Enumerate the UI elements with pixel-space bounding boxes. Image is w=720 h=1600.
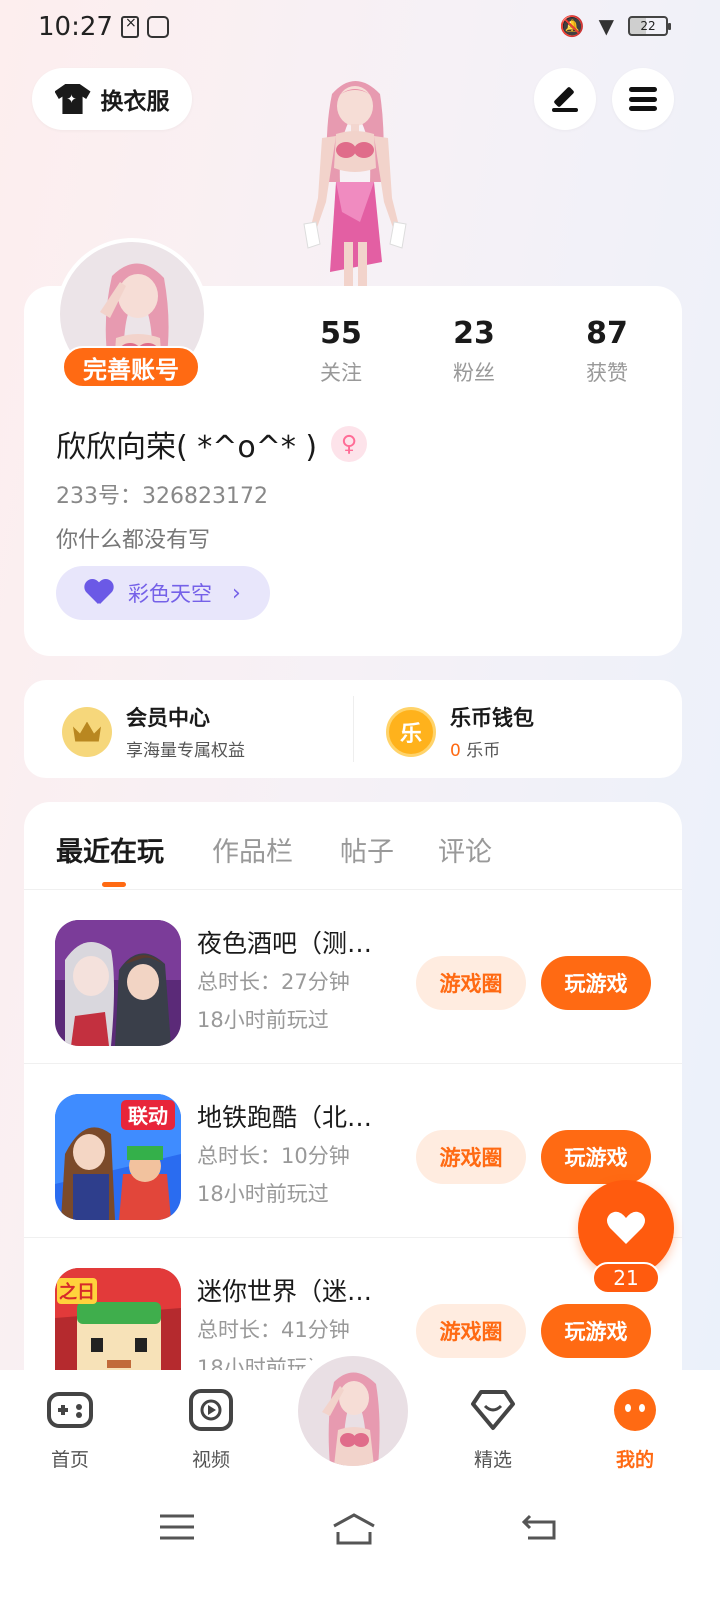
shirt-icon [54, 84, 91, 114]
change-outfit-button[interactable]: 换衣服 [32, 68, 192, 130]
bio[interactable]: 你什么都没有写 [56, 522, 210, 554]
nickname: 欣欣向荣( *^o^* ) ♀ [56, 422, 368, 466]
tag-pill[interactable]: 彩色天空 › [56, 566, 270, 620]
nav-video[interactable]: 视频 [166, 1388, 256, 1472]
status-left: 10:27 [38, 12, 169, 42]
stat-following-label: 关注 [320, 361, 362, 385]
bell-off-icon: 🔕 [559, 14, 585, 38]
nickname-text: 欣欣向荣( *^o^* ) [56, 430, 318, 465]
recent-games-card: 最近在玩 作品栏 帖子 评论 夜色酒吧（测… 总时长：27分钟 18小时前玩过 … [24, 802, 682, 1402]
game-circle-button[interactable]: 游戏圈 [416, 1304, 526, 1358]
game-circle-button[interactable]: 游戏圈 [416, 956, 526, 1010]
stat-fans-num: 23 [453, 316, 495, 351]
tab-recent[interactable]: 最近在玩 [56, 830, 164, 869]
coin-icon: 乐 [386, 706, 436, 757]
battery-icon: 22 [628, 16, 671, 36]
game-name: 迷你世界（迷… [197, 1277, 373, 1306]
menu-icon [629, 87, 657, 111]
female-icon: ♀ [331, 426, 368, 462]
vip-card: 会员中心 享海量专属权益 乐 乐币钱包 0 乐币 [24, 680, 682, 778]
user-id: 233号：326823172 [56, 484, 268, 509]
home-icon[interactable] [330, 1512, 378, 1546]
play-game-button[interactable]: 玩游戏 [541, 956, 651, 1010]
menu-button[interactable] [612, 68, 674, 130]
heart-icon [84, 580, 114, 606]
game-icon-bar [55, 920, 181, 1046]
status-time: 10:27 [38, 12, 113, 42]
crown-icon [62, 706, 112, 757]
nav-home[interactable]: 首页 [25, 1388, 115, 1472]
play-game-button[interactable]: 玩游戏 [541, 1130, 651, 1184]
tab-posts[interactable]: 帖子 [340, 830, 394, 869]
like-count-badge: 21 [592, 1262, 660, 1294]
nav-mine-label: 我的 [615, 1449, 654, 1471]
stat-likes-label: 获赞 [586, 361, 628, 385]
member-center-subtitle: 享海量专属权益 [126, 741, 245, 761]
status-bar: 10:27 🔕 ▼ 22 [0, 0, 720, 56]
stat-following[interactable]: 55 关注 [286, 316, 396, 387]
play-game-button[interactable]: 玩游戏 [541, 1304, 651, 1358]
center-avatar-button[interactable] [298, 1356, 408, 1466]
back-icon[interactable] [520, 1512, 558, 1542]
game-duration: 总时长：10分钟 [197, 1144, 350, 1168]
avatar-character[interactable] [290, 72, 420, 288]
profile-tabs: 最近在玩 作品栏 帖子 评论 [24, 802, 682, 890]
status-right: 🔕 ▼ 22 [559, 14, 671, 38]
member-center-title: 会员中心 [126, 706, 210, 730]
video-icon [189, 1389, 233, 1431]
change-outfit-label: 换衣服 [100, 89, 170, 115]
game-name: 夜色酒吧（测… [197, 929, 373, 958]
system-nav-bar [0, 1490, 720, 1570]
stat-fans-label: 粉丝 [453, 361, 495, 385]
game-last-played: 18小时前玩过 [197, 1008, 329, 1032]
subway-icon-badge: 联动 [128, 1104, 168, 1128]
stat-fans[interactable]: 23 粉丝 [419, 316, 529, 387]
tab-comments[interactable]: 评论 [438, 830, 492, 869]
mine-face-icon [614, 1389, 656, 1431]
stat-following-num: 55 [320, 316, 362, 351]
tab-works[interactable]: 作品栏 [212, 830, 293, 869]
mini-world-icon-badge: 之日 [59, 1281, 95, 1303]
edit-profile-button[interactable] [534, 68, 596, 130]
member-center[interactable]: 会员中心 享海量专属权益 [62, 702, 245, 761]
nav-mine[interactable]: 我的 [590, 1388, 680, 1472]
coin-wallet-title: 乐币钱包 [450, 706, 534, 730]
game-name: 地铁跑酷（北… [197, 1103, 373, 1132]
nav-featured-label: 精选 [473, 1449, 512, 1471]
wifi-icon: ▼ [598, 14, 614, 38]
game-row[interactable]: 夜色酒吧（测… 总时长：27分钟 18小时前玩过 游戏圈 玩游戏 [24, 890, 682, 1064]
game-duration: 总时长：27分钟 [197, 970, 350, 994]
game-last-played: 18小时前玩过 [197, 1182, 329, 1206]
nav-home-label: 首页 [50, 1449, 89, 1471]
chevron-right-icon: › [232, 580, 241, 606]
avatar-portrait [322, 1372, 380, 1466]
heart-icon [607, 1211, 645, 1244]
game-circle-button[interactable]: 游戏圈 [416, 1130, 526, 1184]
game-icon-subway: 联动 [55, 1094, 181, 1220]
vip-divider [353, 696, 354, 762]
game-duration: 总时长：41分钟 [197, 1318, 350, 1342]
recent-apps-icon[interactable] [158, 1512, 196, 1542]
complete-account-badge[interactable]: 完善账号 [62, 346, 200, 388]
pen-icon [550, 84, 580, 114]
gamepad-icon [47, 1392, 93, 1428]
tag-label: 彩色天空 [128, 582, 212, 606]
weibo-icon [146, 16, 169, 38]
tab-indicator [102, 882, 126, 887]
coin-wallet-balance: 0 乐币 [450, 736, 534, 761]
nav-video-label: 视频 [191, 1449, 230, 1471]
coin-amount: 0 [450, 741, 461, 761]
sim-icon [120, 15, 139, 38]
nav-featured[interactable]: 精选 [448, 1388, 538, 1472]
stat-likes[interactable]: 87 获赞 [552, 316, 662, 387]
heart-box-icon [471, 1390, 515, 1430]
stat-likes-num: 87 [586, 316, 628, 351]
coin-wallet[interactable]: 乐 乐币钱包 0 乐币 [386, 702, 534, 761]
coin-unit: 乐币 [460, 741, 501, 761]
